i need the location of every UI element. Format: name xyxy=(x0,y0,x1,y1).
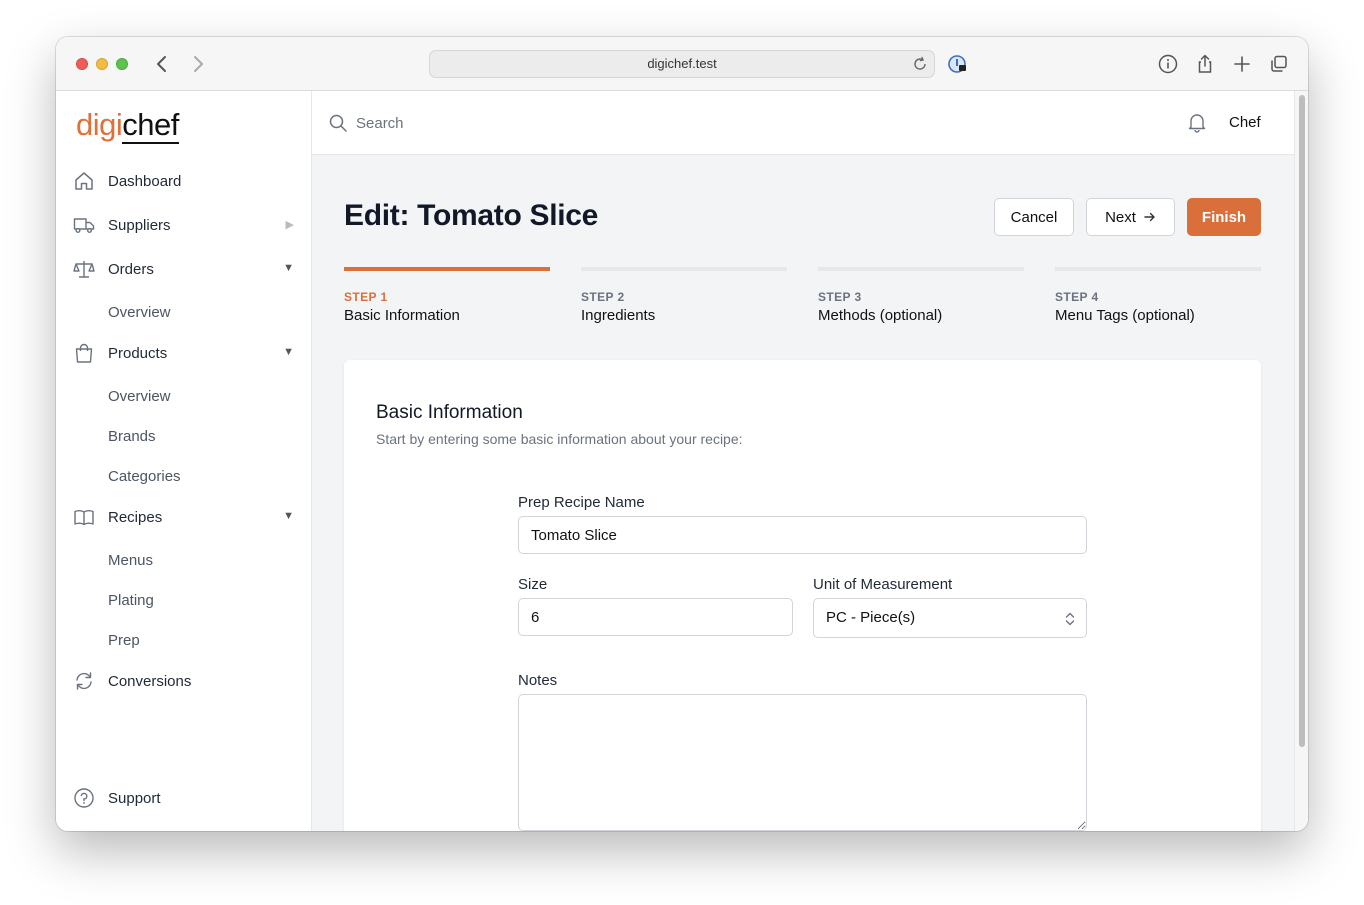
help-circle-icon xyxy=(74,788,94,808)
step-number: STEP 1 xyxy=(344,290,388,304)
notes-textarea[interactable] xyxy=(518,694,1087,831)
step-number: STEP 3 xyxy=(818,290,862,304)
sidebar-subitem-brands[interactable]: Brands xyxy=(108,428,156,445)
step-basic-information[interactable]: STEP 1 Basic Information xyxy=(344,267,550,324)
size-label: Size xyxy=(518,576,548,593)
sidebar-item-support[interactable]: Support xyxy=(56,780,312,816)
info-icon[interactable] xyxy=(1157,53,1179,75)
reload-icon[interactable] xyxy=(912,56,928,72)
browser-window: digichef.test digichef Dashboard Supplie… xyxy=(56,37,1308,831)
sidebar-subitem-categories[interactable]: Categories xyxy=(108,468,181,485)
sidebar-item-conversions[interactable]: Conversions xyxy=(56,663,312,699)
notes-label: Notes xyxy=(518,672,558,689)
select-arrows-icon xyxy=(1065,612,1075,626)
step-name: Menu Tags (optional) xyxy=(1055,307,1195,324)
scrollbar-thumb[interactable] xyxy=(1299,95,1305,747)
new-tab-icon[interactable] xyxy=(1231,53,1253,75)
book-open-icon xyxy=(74,510,94,526)
search-input[interactable] xyxy=(356,109,756,137)
step-ingredients[interactable]: STEP 2 Ingredients xyxy=(581,267,787,324)
step-name: Methods (optional) xyxy=(818,307,943,324)
step-progress-bar xyxy=(1055,267,1261,271)
user-menu[interactable]: Chef xyxy=(1229,114,1261,131)
back-arrow-icon[interactable] xyxy=(152,53,172,75)
step-number: STEP 2 xyxy=(581,290,625,304)
sidebar-item-orders[interactable]: Orders ▼ xyxy=(56,251,312,287)
step-number: STEP 4 xyxy=(1055,290,1099,304)
arrow-right-icon xyxy=(1144,212,1155,222)
step-name: Ingredients xyxy=(581,307,656,324)
scale-icon xyxy=(73,261,95,278)
bell-icon[interactable] xyxy=(1186,111,1208,133)
unit-of-measurement-value: PC - Piece(s) xyxy=(826,609,916,626)
unit-of-measurement-label: Unit of Measurement xyxy=(813,576,953,593)
sidebar-subitem-prep[interactable]: Prep xyxy=(108,632,140,649)
shopping-bag-icon xyxy=(75,343,93,363)
address-bar-url: digichef.test xyxy=(647,56,717,71)
sidebar: digichef Dashboard Suppliers ▶ Orders ▼ … xyxy=(56,91,312,831)
step-menu-tags[interactable]: STEP 4 Menu Tags (optional) xyxy=(1055,267,1261,324)
cancel-button[interactable]: Cancel xyxy=(994,198,1074,236)
sidebar-item-suppliers[interactable]: Suppliers ▶ xyxy=(56,207,312,243)
recipe-name-label: Prep Recipe Name xyxy=(518,494,645,511)
page-scrollbar[interactable] xyxy=(1294,91,1308,831)
share-icon[interactable] xyxy=(1194,53,1216,75)
chevron-down-icon: ▼ xyxy=(283,510,294,522)
chevron-right-icon: ▶ xyxy=(285,219,294,231)
sidebar-item-recipes[interactable]: Recipes ▼ xyxy=(56,499,312,535)
sidebar-subitem-plating[interactable]: Plating xyxy=(108,592,154,609)
search-icon xyxy=(329,114,347,132)
chevron-down-icon: ▼ xyxy=(283,346,294,358)
tab-overview-icon[interactable] xyxy=(1268,53,1290,75)
next-button[interactable]: Next xyxy=(1086,198,1175,236)
browser-toolbar: digichef.test xyxy=(56,37,1308,91)
chevron-down-icon: ▼ xyxy=(283,262,294,274)
basic-information-card: Basic Information Start by entering some… xyxy=(344,360,1261,831)
forward-arrow-icon[interactable] xyxy=(188,53,208,75)
main-content: Chef Edit: Tomato Slice Cancel Next Fini… xyxy=(312,91,1294,831)
step-progress-bar xyxy=(344,267,550,271)
close-window-button[interactable] xyxy=(76,58,88,70)
page-title: Edit: Tomato Slice xyxy=(344,199,599,232)
digichef-logo[interactable]: digichef xyxy=(76,107,179,144)
recipe-name-input[interactable] xyxy=(518,516,1087,554)
sidebar-item-products[interactable]: Products ▼ xyxy=(56,335,312,371)
truck-icon xyxy=(73,218,95,233)
card-title: Basic Information xyxy=(376,402,523,423)
address-bar[interactable]: digichef.test xyxy=(429,50,935,78)
sidebar-subitem-orders-overview[interactable]: Overview xyxy=(108,304,171,321)
top-bar: Chef xyxy=(312,91,1294,155)
unit-of-measurement-select[interactable]: PC - Piece(s) xyxy=(813,598,1087,638)
card-subtitle: Start by entering some basic information… xyxy=(376,431,743,447)
sidebar-subitem-products-overview[interactable]: Overview xyxy=(108,388,171,405)
refresh-icon xyxy=(76,672,92,690)
sidebar-item-dashboard[interactable]: Dashboard xyxy=(56,163,312,199)
step-name: Basic Information xyxy=(344,307,460,324)
step-progress-bar xyxy=(581,267,787,271)
sidebar-subitem-menus[interactable]: Menus xyxy=(108,552,153,569)
home-icon xyxy=(75,172,93,190)
size-input[interactable] xyxy=(518,598,793,636)
step-methods[interactable]: STEP 3 Methods (optional) xyxy=(818,267,1024,324)
finish-button[interactable]: Finish xyxy=(1187,198,1261,236)
password-manager-icon[interactable] xyxy=(948,54,968,74)
minimize-window-button[interactable] xyxy=(96,58,108,70)
step-progress-bar xyxy=(818,267,1024,271)
zoom-window-button[interactable] xyxy=(116,58,128,70)
